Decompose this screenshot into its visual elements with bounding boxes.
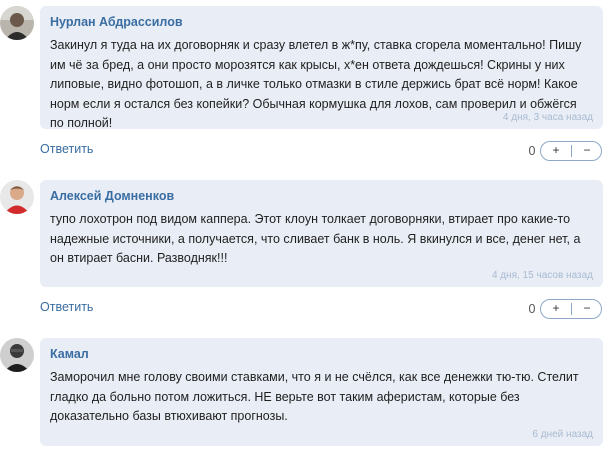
comment-bubble: Алексей Домненков тупо лохотрон под видо… [40, 180, 603, 287]
comment-author[interactable]: Алексей Домненков [50, 188, 591, 204]
comment-text: Заморочил мне голову своими ставками, чт… [50, 370, 579, 423]
comment-bubble: Нурлан Абдрассилов Закинул я туда на их … [40, 6, 603, 130]
reply-button[interactable]: Ответить [40, 142, 93, 156]
avatar[interactable] [0, 6, 34, 40]
downvote-button[interactable]: − [572, 142, 602, 160]
vote-count: 0 [528, 302, 536, 316]
upvote-button[interactable]: + [541, 142, 571, 160]
vote-pill: + − [540, 141, 602, 161]
downvote-button[interactable]: − [572, 300, 602, 318]
comment-text: тупо лохотрон под видом каппера. Этот кл… [50, 212, 581, 265]
vote-control: 0 + − [526, 299, 604, 319]
vote-control: 0 + − [526, 141, 604, 161]
comment-time: 4 дня, 15 часов назад [491, 270, 593, 281]
reply-button[interactable]: Ответить [40, 300, 93, 314]
avatar[interactable] [0, 180, 34, 214]
avatar[interactable] [0, 338, 34, 372]
comment-author[interactable]: Нурлан Абдрассилов [50, 14, 591, 30]
comment-author[interactable]: Камал [50, 346, 591, 362]
upvote-button[interactable]: + [541, 300, 571, 318]
comment-bubble: Камал Заморочил мне голову своими ставка… [40, 338, 603, 446]
vote-count: 0 [528, 144, 536, 158]
comment-time: 6 дней назад [532, 429, 593, 440]
vote-pill: + − [540, 299, 602, 319]
comment-time: 4 дня, 3 часа назад [502, 112, 593, 123]
